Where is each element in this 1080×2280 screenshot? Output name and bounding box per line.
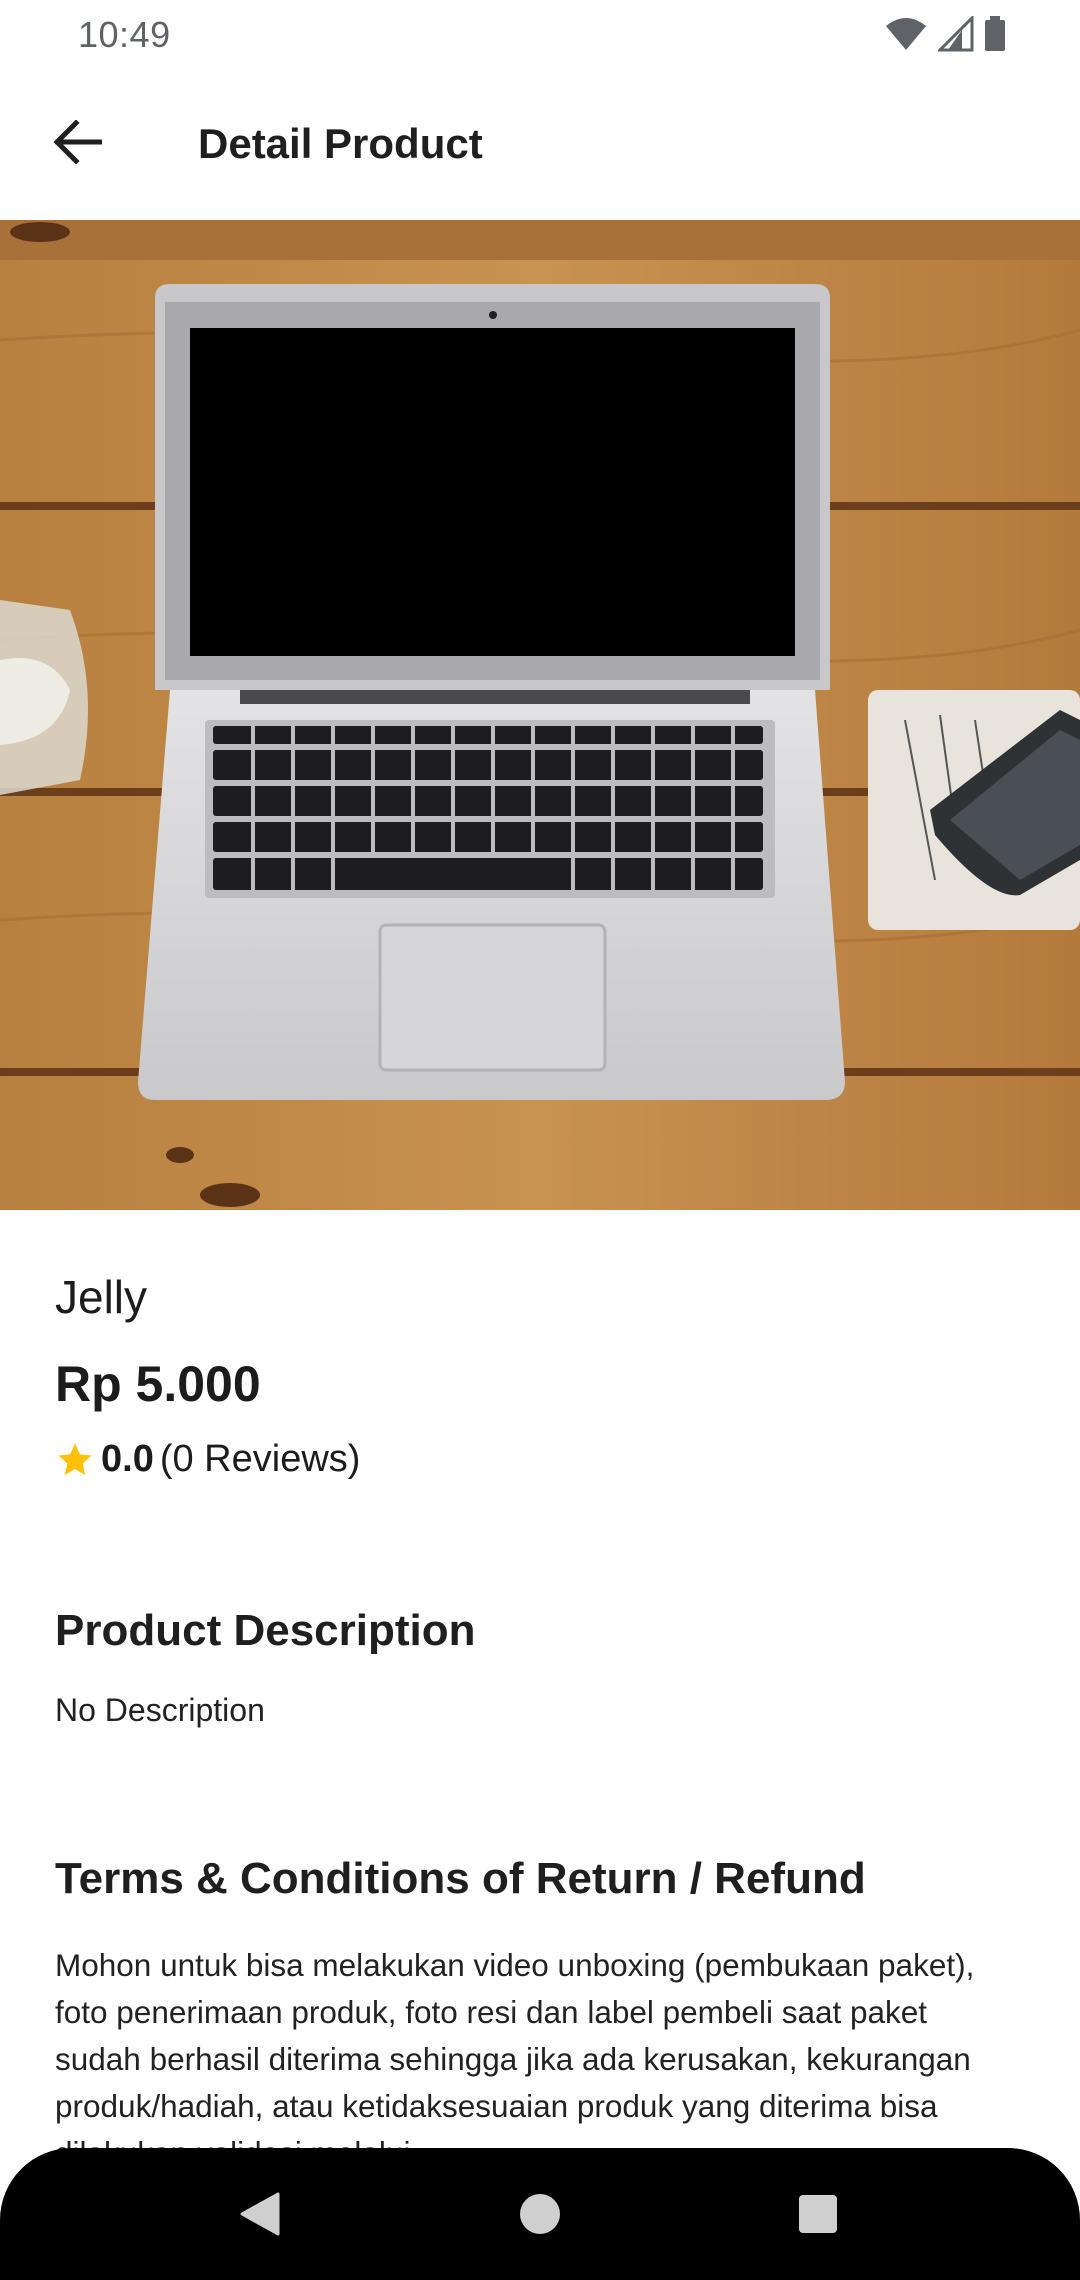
status-bar: 10:49 [0,0,1080,70]
description-title: Product Description [55,1606,476,1655]
nav-back-button[interactable] [200,2148,320,2280]
home-circle-icon [520,2194,560,2234]
system-nav-bar [0,2148,1080,2280]
rating-row: 0.0 (0 Reviews) [55,1438,360,1481]
app-bar: Detail Product [0,70,1080,220]
product-price: Rp 5.000 [55,1356,261,1412]
terms-title: Terms & Conditions of Return / Refund [55,1854,866,1903]
arrow-back-icon [53,120,102,164]
back-triangle-icon [240,2192,280,2236]
terms-text: Mohon untuk bisa melakukan video unboxin… [55,1947,975,2150]
product-image [0,220,1080,1210]
status-icons [884,16,1006,52]
battery-icon [985,16,1005,51]
nav-home-button[interactable] [480,2148,600,2280]
rating-value: 0.0 [101,1438,154,1480]
product-name: Jelly [55,1271,148,1323]
laptop-photo [0,220,1080,1210]
status-time: 10:49 [78,14,171,55]
cell-signal-icon [938,16,974,52]
nav-recents-button[interactable] [758,2148,878,2280]
recents-square-icon [799,2195,837,2233]
page-title: Detail Product [198,120,483,167]
back-button[interactable] [40,108,114,176]
star-icon [58,1442,92,1475]
description-text: No Description [55,1692,265,1728]
wifi-icon [886,18,926,50]
review-count: (0 Reviews) [159,1438,361,1480]
